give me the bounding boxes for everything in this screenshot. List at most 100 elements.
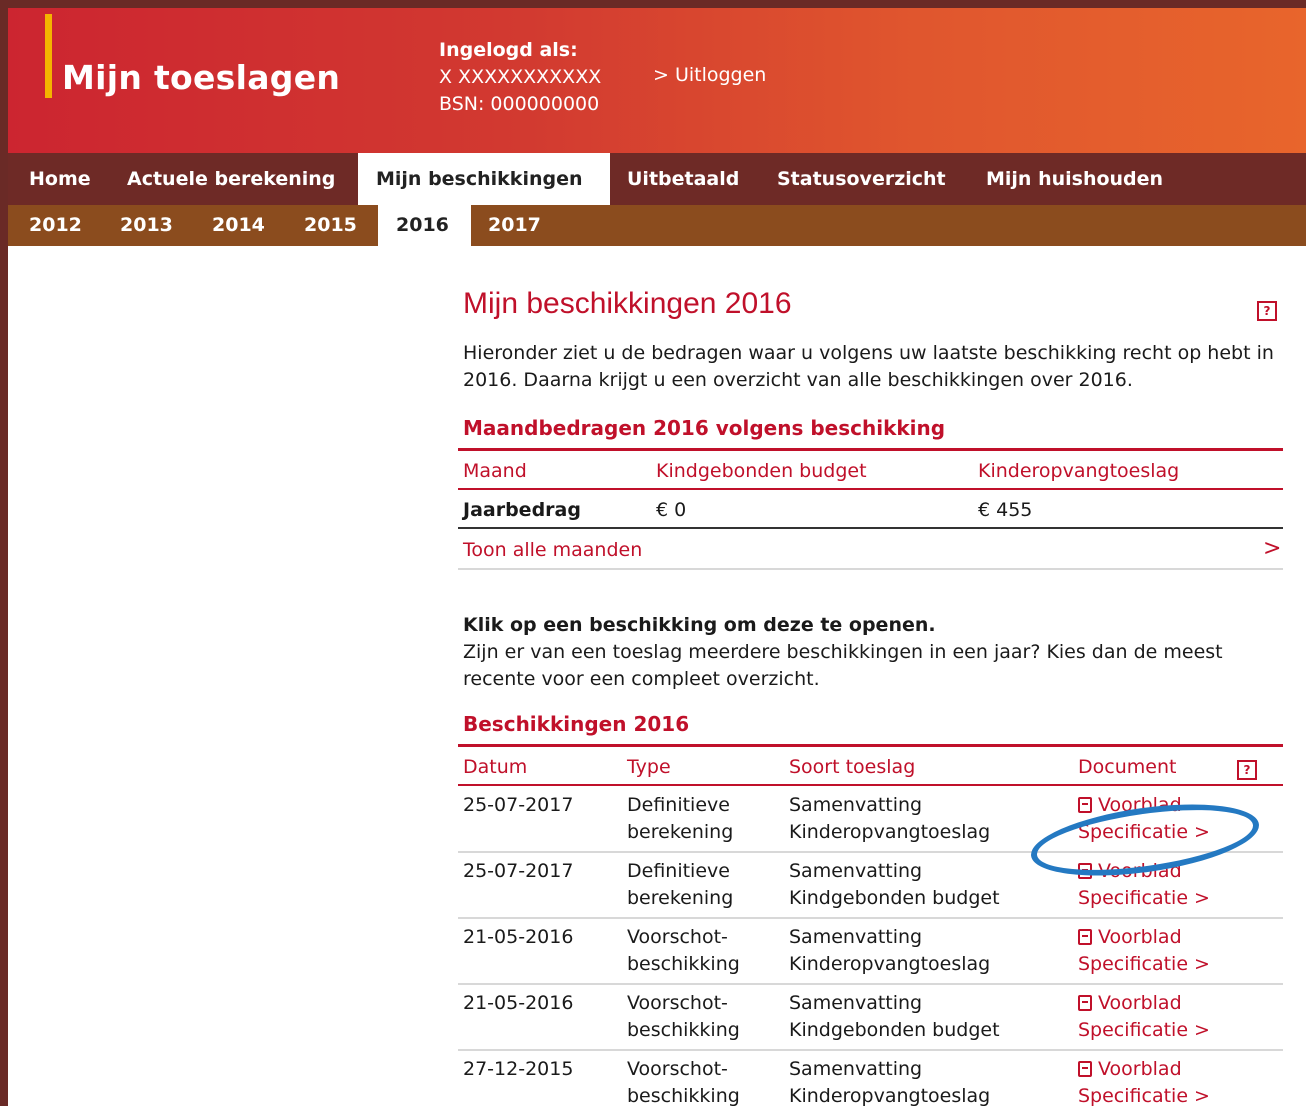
help-icon[interactable]: ? — [1257, 301, 1277, 321]
row-5-datum[interactable]: 27-12-2015 — [463, 1056, 573, 1083]
row-1-datum[interactable]: 25-07-2017 — [463, 792, 573, 819]
instruction-heading: Klik op een beschikking om deze te opene… — [463, 614, 936, 636]
specificatie-link[interactable]: Specificatie > — [1078, 1017, 1210, 1044]
voorblad-link[interactable]: Voorblad — [1078, 1056, 1210, 1083]
type-line-2: beschikking — [627, 953, 740, 975]
year-nav: 2012 2013 2014 2015 2016 2017 — [8, 205, 1306, 246]
divider — [458, 784, 1283, 786]
row-1-soort[interactable]: Samenvatting Kinderopvangtoeslag — [789, 792, 990, 846]
login-name: X XXXXXXXXXXX — [439, 66, 602, 88]
window-frame-left — [0, 0, 8, 1106]
row-2-type[interactable]: Definitieve berekening — [627, 858, 733, 912]
pdf-icon — [1078, 1061, 1092, 1077]
row-3-documents: Voorblad Specificatie > — [1078, 924, 1210, 978]
divider — [458, 744, 1283, 747]
nav-statusoverzicht[interactable]: Statusoverzicht — [759, 153, 964, 205]
soort-line-1: Samenvatting — [789, 860, 923, 882]
col-header-type: Type — [627, 756, 671, 778]
show-all-months-link[interactable]: Toon alle maanden — [463, 539, 642, 561]
row-3-type[interactable]: Voorschot-beschikking — [627, 924, 740, 978]
beschikkingen-title: Beschikkingen 2016 — [463, 712, 690, 736]
brand-accent-bar — [45, 14, 52, 98]
row-1-type[interactable]: Definitieve berekening — [627, 792, 733, 846]
row-5-type[interactable]: Voorschot-beschikking — [627, 1056, 740, 1110]
type-line-1: Voorschot- — [627, 1058, 728, 1080]
row-3-soort[interactable]: Samenvatting Kinderopvangtoeslag — [789, 924, 990, 978]
row-4-soort[interactable]: Samenvatting Kindgebonden budget — [789, 990, 1000, 1044]
soort-line-1: Samenvatting — [789, 1058, 923, 1080]
logout-link[interactable]: > Uitloggen — [653, 64, 766, 86]
site-title[interactable]: Mijn toeslagen — [62, 58, 340, 97]
row-4-documents: Voorblad Specificatie > — [1078, 990, 1210, 1044]
login-info: Ingelogd als: X XXXXXXXXXXX BSN: 0000000… — [439, 37, 601, 118]
site-header: Mijn toeslagen Ingelogd als: X XXXXXXXXX… — [8, 8, 1306, 153]
soort-line-2: Kinderopvangtoeslag — [789, 821, 991, 843]
row-5-documents: Voorblad Specificatie > — [1078, 1056, 1210, 1110]
row-5-soort[interactable]: Samenvatting Kinderopvangtoeslag — [789, 1056, 990, 1110]
year-tab-2013[interactable]: 2013 — [102, 205, 191, 246]
row-3-datum[interactable]: 21-05-2016 — [463, 924, 573, 951]
col-header-kindgebonden: Kindgebonden budget — [656, 460, 867, 482]
type-line-2: berekening — [627, 821, 734, 843]
instruction-block: Klik op een beschikking om deze te opene… — [463, 612, 1283, 693]
nav-uitbetaald[interactable]: Uitbetaald — [609, 153, 757, 205]
col-header-kinderopvang: Kinderopvangtoeslag — [978, 460, 1180, 482]
year-tab-2015[interactable]: 2015 — [286, 205, 375, 246]
soort-line-2: Kinderopvangtoeslag — [789, 953, 991, 975]
login-bsn: BSN: 000000000 — [439, 93, 600, 115]
nav-actuele-berekening[interactable]: Actuele berekening — [109, 153, 353, 205]
row-2-datum[interactable]: 25-07-2017 — [463, 858, 573, 885]
year-tab-2017[interactable]: 2017 — [470, 205, 559, 246]
voorblad-link[interactable]: Voorblad — [1078, 990, 1210, 1017]
row-4-datum[interactable]: 21-05-2016 — [463, 990, 573, 1017]
pdf-icon — [1078, 929, 1092, 945]
soort-line-2: Kindgebonden budget — [789, 887, 1000, 909]
year-tab-2012[interactable]: 2012 — [11, 205, 100, 246]
divider — [458, 983, 1283, 985]
soort-line-1: Samenvatting — [789, 926, 923, 948]
nav-home[interactable]: Home — [11, 153, 109, 205]
col-header-maand: Maand — [463, 460, 527, 482]
type-line-1: Voorschot- — [627, 926, 728, 948]
login-label: Ingelogd als: — [439, 39, 578, 61]
type-line-2: berekening — [627, 887, 734, 909]
voorblad-label: Voorblad — [1098, 1058, 1182, 1080]
row-4-type[interactable]: Voorschot-beschikking — [627, 990, 740, 1044]
divider — [458, 1049, 1283, 1051]
nav-mijn-huishouden[interactable]: Mijn huishouden — [968, 153, 1181, 205]
divider — [458, 448, 1283, 451]
col-header-document: Document — [1078, 756, 1177, 778]
pdf-icon — [1078, 995, 1092, 1011]
type-line-2: beschikking — [627, 1019, 740, 1041]
divider — [458, 488, 1283, 490]
nav-mijn-beschikkingen[interactable]: Mijn beschikkingen — [358, 153, 610, 205]
month-section-title: Maandbedragen 2016 volgens beschikking — [463, 416, 946, 440]
divider — [458, 527, 1283, 529]
voorblad-link[interactable]: Voorblad — [1078, 924, 1210, 951]
main-nav: Home Actuele berekening Mijn beschikking… — [8, 153, 1306, 205]
col-header-datum: Datum — [463, 756, 528, 778]
pdf-icon — [1078, 797, 1092, 813]
voorblad-label: Voorblad — [1098, 926, 1182, 948]
row-2-soort[interactable]: Samenvatting Kindgebonden budget — [789, 858, 1000, 912]
amount-kindgebonden: € 0 — [656, 499, 687, 521]
document-help-icon[interactable]: ? — [1237, 760, 1257, 780]
window-frame-top — [0, 0, 1306, 8]
soort-line-1: Samenvatting — [789, 794, 923, 816]
type-line-1: Definitieve — [627, 860, 730, 882]
chevron-right-icon[interactable]: > — [1263, 536, 1281, 561]
page-title: Mijn beschikkingen 2016 — [463, 287, 792, 320]
amount-kinderopvang: € 455 — [978, 499, 1033, 521]
type-line-1: Voorschot- — [627, 992, 728, 1014]
instruction-body: Zijn er van een toeslag meerdere beschik… — [463, 641, 1223, 690]
divider — [458, 917, 1283, 919]
soort-line-2: Kindgebonden budget — [789, 1019, 1000, 1041]
col-header-soort: Soort toeslag — [789, 756, 916, 778]
year-tab-2016[interactable]: 2016 — [378, 205, 471, 246]
divider — [458, 568, 1283, 570]
specificatie-link[interactable]: Specificatie > — [1078, 951, 1210, 978]
specificatie-link[interactable]: Specificatie > — [1078, 885, 1210, 912]
intro-text: Hieronder ziet u de bedragen waar u volg… — [463, 342, 1274, 391]
soort-line-1: Samenvatting — [789, 992, 923, 1014]
year-tab-2014[interactable]: 2014 — [194, 205, 283, 246]
